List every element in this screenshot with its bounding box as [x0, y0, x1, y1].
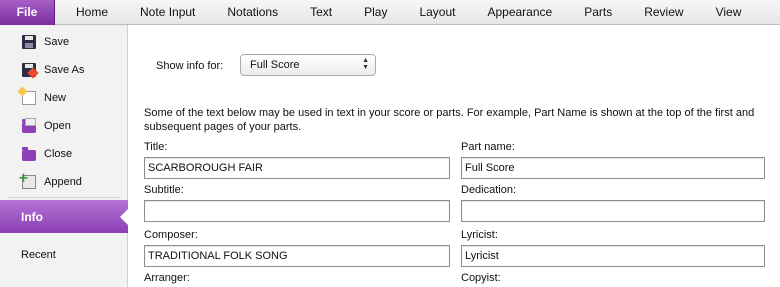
- subtitle-label: Subtitle:: [144, 184, 184, 196]
- part-name-field[interactable]: Full Score: [461, 157, 765, 179]
- sidebar-item-label: Info: [21, 209, 43, 224]
- show-info-label: Show info for:: [156, 60, 224, 72]
- tab-note-input[interactable]: Note Input: [124, 0, 211, 25]
- tab-review[interactable]: Review: [628, 0, 699, 25]
- close-folder-icon: [22, 147, 36, 161]
- selection-pointer: [120, 209, 128, 225]
- sidebar-item-open[interactable]: Open: [0, 112, 128, 140]
- tab-view[interactable]: View: [700, 0, 758, 25]
- sidebar-item-save-as[interactable]: Save As: [0, 56, 128, 84]
- tab-parts[interactable]: Parts: [568, 0, 628, 25]
- composer-field[interactable]: TRADITIONAL FOLK SONG: [144, 245, 450, 267]
- copyist-label: Copyist:: [461, 272, 501, 284]
- tab-file[interactable]: File: [0, 0, 55, 25]
- sidebar-item-append[interactable]: Append: [0, 168, 128, 196]
- sidebar-divider: [8, 197, 120, 198]
- show-info-selected-value: Full Score: [250, 59, 300, 71]
- select-arrows-icon: ▲ ▼: [362, 57, 369, 71]
- tab-home[interactable]: Home: [55, 0, 124, 25]
- sidebar-item-label: Save: [44, 36, 70, 48]
- tab-layout[interactable]: Layout: [403, 0, 471, 25]
- arranger-label: Arranger:: [144, 272, 190, 284]
- tab-play[interactable]: Play: [348, 0, 403, 25]
- sidebar-item-label: Save As: [44, 64, 85, 76]
- open-folder-icon: [22, 118, 36, 133]
- sidebar-item-info[interactable]: Info: [0, 200, 128, 233]
- show-info-select[interactable]: Full Score ▲ ▼: [240, 54, 376, 76]
- new-document-icon: [22, 91, 36, 105]
- lyricist-label: Lyricist:: [461, 229, 498, 241]
- sidebar-item-label: Close: [44, 148, 73, 160]
- dedication-label: Dedication:: [461, 184, 517, 196]
- info-panel: Show info for: Full Score ▲ ▼ Some of the…: [129, 25, 780, 287]
- dedication-field[interactable]: [461, 200, 765, 222]
- sidebar-item-save[interactable]: Save: [0, 28, 128, 56]
- sidebar-item-label: Append: [44, 176, 82, 188]
- sidebar-item-recent[interactable]: Recent: [21, 249, 56, 261]
- sidebar-item-close[interactable]: Close: [0, 140, 128, 168]
- sidebar-item-label: New: [44, 92, 67, 104]
- title-field[interactable]: SCARBOROUGH FAIR: [144, 157, 450, 179]
- sidebar-item-new[interactable]: New: [0, 84, 128, 112]
- append-icon: [18, 171, 36, 189]
- lyricist-field[interactable]: Lyricist: [461, 245, 765, 267]
- tab-text[interactable]: Text: [294, 0, 348, 25]
- file-menu-sidebar: Save Save As New Open Close Append Info …: [0, 25, 128, 287]
- info-description: Some of the text below may be used in te…: [144, 107, 755, 133]
- ribbon-tab-bar: File Home Note Input Notations Text Play…: [0, 0, 780, 25]
- subtitle-field[interactable]: [144, 200, 450, 222]
- composer-label: Composer:: [144, 229, 198, 241]
- tab-notations[interactable]: Notations: [211, 0, 294, 25]
- tab-appearance[interactable]: Appearance: [471, 0, 568, 25]
- part-name-label: Part name:: [461, 141, 515, 153]
- sidebar-item-label: Open: [44, 120, 71, 132]
- save-icon: [22, 35, 36, 49]
- title-label: Title:: [144, 141, 168, 153]
- save-as-icon: [22, 63, 36, 77]
